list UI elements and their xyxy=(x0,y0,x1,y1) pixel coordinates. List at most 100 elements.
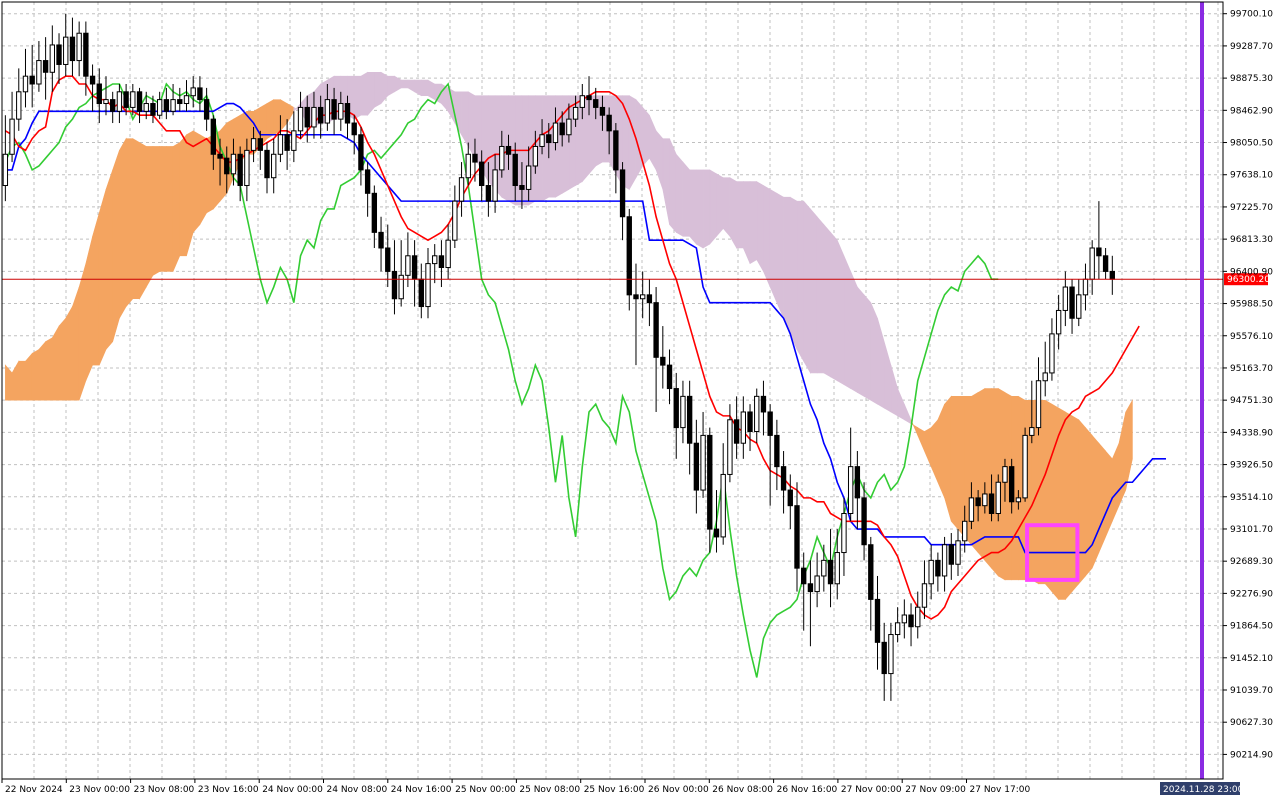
kumo-segment-bearish xyxy=(582,95,590,183)
candle[interactable] xyxy=(626,208,632,311)
candle-body-bearish xyxy=(56,44,62,65)
price-tick-label: 91864.50 xyxy=(1230,622,1273,632)
candle-body-bearish xyxy=(1096,247,1102,257)
kumo-segment-bearish xyxy=(816,215,825,374)
candle-body-bullish xyxy=(425,263,431,308)
candle-body-bullish xyxy=(552,122,559,144)
kumo-segment-bullish xyxy=(31,348,40,401)
future-time-label: 2024.11.28 23:00 xyxy=(1163,785,1244,795)
time-tick-label: 26 Nov 00:00 xyxy=(648,785,709,795)
candle-body-bearish xyxy=(163,99,170,112)
candle-body-bullish xyxy=(405,255,411,276)
candle-body-bullish xyxy=(250,138,257,151)
candle-body-bullish xyxy=(579,95,585,108)
candle-body-bullish xyxy=(1029,427,1035,436)
kumo-segment-bearish xyxy=(360,71,368,116)
candle-body-bullish xyxy=(291,130,297,151)
candle-body-bullish xyxy=(103,99,109,105)
candle-body-bearish xyxy=(284,134,290,151)
candle-body-bullish xyxy=(700,434,706,491)
kumo-segment-bearish xyxy=(555,95,563,198)
ichimoku-chart[interactable]: 96300.202024.11.28 23:00 99700.1099287.7… xyxy=(0,0,1280,800)
candle-body-bullish xyxy=(720,473,726,538)
candle-body-bullish xyxy=(63,36,69,65)
kumo-segment-bullish xyxy=(1105,450,1113,538)
kumo-segment-bearish xyxy=(763,184,771,288)
kumo-segment-bearish xyxy=(669,138,677,234)
kumo-segment-bearish xyxy=(702,169,711,249)
candle-body-bullish xyxy=(49,44,55,73)
candle-body-bullish xyxy=(190,87,196,97)
kumo-segment-bearish xyxy=(776,192,784,319)
kumo-segment-bullish xyxy=(78,263,87,401)
price-tick-label: 90627.30 xyxy=(1230,718,1273,728)
kumo-segment-bullish xyxy=(977,388,986,562)
candle-body-bearish xyxy=(861,497,867,546)
candle-body-bullish xyxy=(821,559,827,577)
kumo-segment-bullish xyxy=(957,396,966,538)
candle-body-bearish xyxy=(224,157,230,175)
candle-body-bullish xyxy=(230,153,237,175)
candle-body-bullish xyxy=(915,606,921,628)
candle-body-bullish xyxy=(2,153,9,187)
candle-body-bearish xyxy=(257,138,263,151)
candle-body-bearish xyxy=(505,145,512,155)
kumo-segment-bullish xyxy=(18,360,26,401)
price-tick-label: 93514.10 xyxy=(1230,493,1273,503)
price-tick-label: 98050.50 xyxy=(1230,139,1273,149)
kumo-segment-bearish xyxy=(642,106,650,167)
candle-body-bullish xyxy=(1055,309,1062,335)
candle[interactable] xyxy=(1022,427,1028,502)
candle-body-bearish xyxy=(767,411,773,436)
candle-body-bearish xyxy=(619,169,626,218)
candle-body-bullish xyxy=(130,91,136,108)
candle-body-bullish xyxy=(754,395,760,432)
candle-body-bearish xyxy=(96,83,102,105)
kumo-segment-bullish xyxy=(166,146,174,272)
candle-body-bearish xyxy=(693,442,700,491)
candle-body-bullish xyxy=(982,493,988,507)
kumo-segment-bearish xyxy=(467,91,476,160)
candle-body-bearish xyxy=(351,122,357,136)
kumo-segment-bullish xyxy=(152,146,160,276)
price-tick-label: 95988.50 xyxy=(1230,300,1273,310)
kumo-segment-bullish xyxy=(1098,442,1106,553)
candle-body-bullish xyxy=(277,134,284,155)
price-tick-label: 95576.10 xyxy=(1230,332,1273,342)
kumo-segment-bullish xyxy=(1058,407,1066,600)
kumo-segment-bullish xyxy=(45,337,53,401)
kumo-segment-bullish xyxy=(38,340,46,401)
candle-body-bearish xyxy=(317,106,324,124)
candle-body-bearish xyxy=(210,118,217,155)
kumo-segment-bullish xyxy=(199,134,207,226)
candle-body-bullish xyxy=(16,91,22,120)
kumo-segment-bullish xyxy=(58,317,67,401)
kumo-segment-bullish xyxy=(984,388,992,569)
candle-body-bearish xyxy=(485,185,492,202)
candle-body-bearish xyxy=(344,103,351,124)
candle-body-bullish xyxy=(311,106,317,128)
candle-body-bullish xyxy=(36,60,42,85)
candle-body-bearish xyxy=(801,567,807,585)
candle-body-bullish xyxy=(1022,434,1028,499)
candle-body-bearish xyxy=(177,99,183,105)
candle-body-bearish xyxy=(975,497,981,507)
candle-body-bearish xyxy=(747,411,753,432)
kumo-segment-bearish xyxy=(353,75,362,120)
candle-body-bearish xyxy=(653,302,659,358)
kumo-segment-bearish xyxy=(836,240,845,386)
candle-body-bearish xyxy=(794,505,800,569)
candle-body-bearish xyxy=(881,641,887,675)
kumo-segment-bearish xyxy=(635,98,643,179)
candle-body-bearish xyxy=(988,493,995,514)
price-tick-label: 92276.90 xyxy=(1230,589,1273,599)
candle-body-bullish xyxy=(492,169,498,202)
kumo-segment-bearish xyxy=(789,196,798,350)
kumo-segment-bullish xyxy=(139,142,147,300)
kumo-segment-bearish xyxy=(682,161,690,237)
kumo-segment-bullish xyxy=(72,286,80,401)
candle-body-bullish xyxy=(921,583,928,608)
kumo-segment-bearish xyxy=(823,223,831,378)
candle-body-bullish xyxy=(941,544,948,577)
kumo-segment-bearish xyxy=(541,95,550,202)
